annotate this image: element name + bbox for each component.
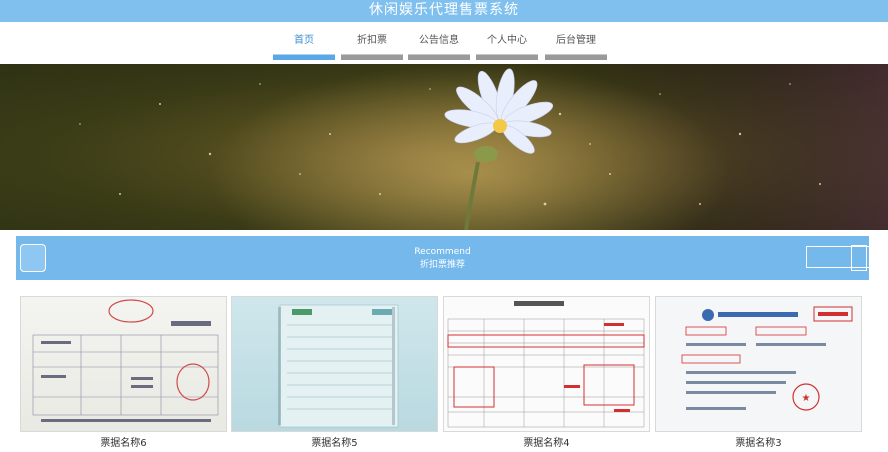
electricity-notice-image [278, 304, 399, 428]
nav-item-underline [341, 54, 403, 60]
receipt-image: ★ [681, 306, 853, 411]
recommend-section-header: Recommend 折扣票推荐 [16, 236, 869, 280]
statement-image [447, 301, 645, 428]
ticket-name: 票据名称6 [100, 438, 147, 449]
nav-item-underline [273, 54, 335, 60]
nav-item-label: 个人中心 [487, 35, 527, 46]
recommend-subtitle: 折扣票推荐 [419, 260, 465, 270]
ticket-image[interactable] [231, 296, 438, 432]
nav-item-label: 折扣票 [357, 35, 387, 46]
nav-item-underline [476, 54, 538, 60]
next-arrow-icon[interactable] [806, 245, 869, 271]
ticket-card[interactable]: ★ 票据名称3 [655, 296, 862, 450]
nav-item-discount-tickets[interactable]: 折扣票 [341, 34, 403, 60]
svg-text:★: ★ [802, 393, 811, 404]
nav-item-home[interactable]: 首页 [273, 34, 335, 60]
daisy-image [0, 64, 888, 230]
hero-banner [0, 64, 888, 230]
main-nav: 首页 折扣票 公告信息 个人中心 后台管理 [0, 22, 888, 62]
ticket-name: 票据名称4 [523, 438, 570, 449]
invoice-image [32, 299, 219, 422]
nav-item-announcements[interactable]: 公告信息 [408, 34, 470, 60]
recommend-title: Recommend [414, 247, 471, 257]
ticket-name: 票据名称3 [735, 438, 782, 449]
nav-item-underline [408, 54, 470, 60]
ticket-card[interactable]: 票据名称5 [231, 296, 438, 450]
ticket-card[interactable]: 票据名称4 [443, 296, 650, 450]
nav-item-underline [545, 54, 607, 60]
nav-item-admin[interactable]: 后台管理 [545, 34, 607, 60]
nav-item-label: 公告信息 [419, 35, 459, 46]
ticket-image[interactable]: ★ [655, 296, 862, 432]
nav-item-personal-center[interactable]: 个人中心 [476, 34, 538, 60]
nav-item-label: 后台管理 [556, 35, 596, 46]
ticket-image[interactable] [443, 296, 650, 432]
ticket-name: 票据名称5 [311, 438, 358, 449]
nav-item-label: 首页 [294, 35, 314, 46]
ticket-image[interactable] [20, 296, 227, 432]
app-title: 休闲娱乐代理售票系统 [0, 0, 888, 22]
ticket-card[interactable]: 票据名称6 [20, 296, 227, 450]
